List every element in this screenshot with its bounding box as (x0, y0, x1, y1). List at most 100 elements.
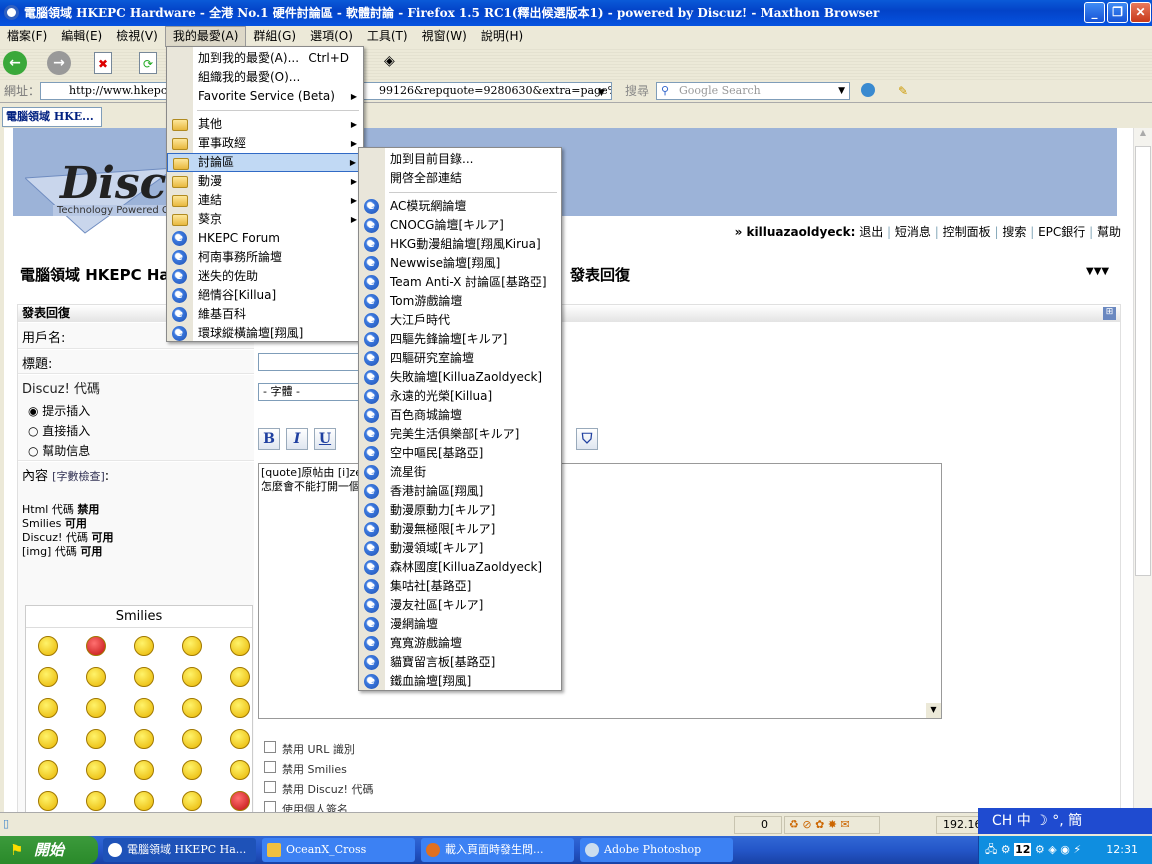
forum-link[interactable]: e 鐵血論壇[翔風] (359, 672, 561, 691)
font-select[interactable]: - 字體 - (258, 383, 368, 401)
disable-url-checkbox[interactable] (264, 741, 276, 753)
menu-window[interactable]: 視窗(W) (415, 26, 474, 47)
submenu-action[interactable]: 開啓全部連結 (359, 169, 561, 188)
forum-link[interactable]: e Tom游戲論壇 (359, 292, 561, 311)
forum-link[interactable]: e 動漫無極限[キルア] (359, 520, 561, 539)
scroll-thumb[interactable] (1135, 146, 1151, 576)
favorites-link[interactable]: e 維基百科 (167, 305, 363, 324)
smiley-icon[interactable] (38, 636, 58, 656)
mode-help-radio[interactable]: ○ 幫助信息 (28, 442, 90, 459)
submenu-action[interactable]: 加到目前目錄... (359, 150, 561, 169)
smiley-icon[interactable] (134, 760, 154, 780)
favorites-link[interactable]: e 迷失的佐助 (167, 267, 363, 286)
forum-link[interactable]: e 四驅研究室論壇 (359, 349, 561, 368)
status-icons[interactable]: ♻ ⊘ ✿ ✸ ✉ (784, 816, 880, 834)
favorites-folder[interactable]: ▶ 動漫 (167, 172, 363, 191)
bold-button[interactable]: B (258, 428, 280, 450)
forum-link[interactable]: e AC模玩網論壇 (359, 197, 561, 216)
smiley-icon[interactable] (230, 791, 250, 811)
url-dropdown-icon[interactable]: ▼ (598, 82, 605, 104)
smiley-icon[interactable] (182, 636, 202, 656)
task-firefox[interactable]: 載入頁面時發生問... (421, 838, 574, 862)
smiley-icon[interactable] (134, 667, 154, 687)
favorites-folder[interactable]: ▶ 連結 (167, 191, 363, 210)
smiley-icon[interactable] (230, 667, 250, 687)
restore-button[interactable]: ❐ (1107, 2, 1128, 23)
smiley-icon[interactable] (230, 698, 250, 718)
minimize-button[interactable]: _ (1084, 2, 1105, 23)
favorites-menu-item[interactable]: 加到我的最愛(A)... Ctrl+D (167, 49, 363, 68)
forum-link[interactable]: e 漫友社區[キルア] (359, 596, 561, 615)
forum-link[interactable]: e 漫網論壇 (359, 615, 561, 634)
smiley-icon[interactable] (182, 729, 202, 749)
page-scrollbar[interactable]: ▲ (1133, 128, 1152, 812)
forum-link[interactable]: e 貓寶留言板[基路亞] (359, 653, 561, 672)
favorites-menu-item[interactable]: Favorite Service (Beta) ▶ (167, 87, 363, 106)
search-link[interactable]: 搜索 (1002, 225, 1026, 239)
forum-link[interactable]: e Newwise論壇[翔風] (359, 254, 561, 273)
messages-link[interactable]: 短消息 (895, 225, 931, 239)
favorites-link[interactable]: e 絕情谷[Killua] (167, 286, 363, 305)
task-photoshop[interactable]: Adobe Photoshop (580, 838, 733, 862)
disable-smilies-checkbox[interactable] (264, 761, 276, 773)
underline-button[interactable]: U (314, 428, 336, 450)
smiley-icon[interactable] (230, 729, 250, 749)
smiley-icon[interactable] (134, 729, 154, 749)
favorites-folder[interactable]: ▶ 葵京 (167, 210, 363, 229)
forum-link[interactable]: e 寬寬游戲論壇 (359, 634, 561, 653)
wordcount-link[interactable]: [字數檢查] (52, 470, 105, 483)
diamond-icon[interactable]: ◈ (384, 53, 395, 69)
forum-link[interactable]: e 動漫原動力[キルア] (359, 501, 561, 520)
shield-button[interactable]: ⛉ (576, 428, 598, 450)
forum-link[interactable]: e 永遠的光榮[Killua] (359, 387, 561, 406)
help-link[interactable]: 幫助 (1097, 225, 1121, 239)
favorites-link[interactable]: e 柯南事務所論壇 (167, 248, 363, 267)
italic-button[interactable]: I (286, 428, 308, 450)
tray-icons[interactable]: 🖧 ⚙ 12 ⚙ ◈ ◉ ⚡ (979, 843, 1081, 856)
arrows-icon[interactable]: ▼▼▼ (1086, 266, 1109, 277)
highlight-icon[interactable]: ✎ (898, 80, 908, 102)
globe-icon[interactable] (861, 83, 875, 97)
forum-link[interactable]: e 百色商城論壇 (359, 406, 561, 425)
close-button[interactable]: ✕ (1130, 2, 1151, 23)
smiley-icon[interactable] (182, 698, 202, 718)
search-input[interactable]: ⚲ Google Search ▼ (656, 82, 850, 100)
popup-count[interactable]: 0 (734, 816, 782, 834)
forum-link[interactable]: e 動漫領域[キルア] (359, 539, 561, 558)
forum-link[interactable]: e 失敗論壇[KilluaZaoldyeck] (359, 368, 561, 387)
disable-discuz-checkbox[interactable] (264, 781, 276, 793)
smiley-icon[interactable] (182, 760, 202, 780)
menu-options[interactable]: 選項(O) (303, 26, 360, 47)
signature-checkbox[interactable] (264, 801, 276, 812)
mode-direct-radio[interactable]: ○ 直接插入 (28, 422, 90, 439)
forum-link[interactable]: e Team Anti-X 討論區[基路亞] (359, 273, 561, 292)
menu-help[interactable]: 說明(H) (474, 26, 530, 47)
forward-icon[interactable]: → (47, 51, 71, 75)
forum-link[interactable]: e 完美生活俱樂部[キルア] (359, 425, 561, 444)
tab-hkepc[interactable]: 電腦領域 HKE... (2, 107, 102, 127)
menu-tools[interactable]: 工具(T) (360, 26, 415, 47)
smiley-icon[interactable] (38, 729, 58, 749)
smiley-icon[interactable] (38, 791, 58, 811)
favorites-link[interactable]: e 環球縱橫論壇[翔風] (167, 324, 363, 343)
forum-link[interactable]: e HKG動漫組論壇[翔風Kirua] (359, 235, 561, 254)
back-icon[interactable]: ← (3, 51, 27, 75)
favorites-menu-item[interactable]: 組織我的最愛(O)... (167, 68, 363, 87)
forum-link[interactable]: e 大江戶時代 (359, 311, 561, 330)
search-dropdown-icon[interactable]: ▼ (838, 83, 845, 99)
mode-prompt-radio[interactable]: ◉ 提示插入 (28, 402, 90, 419)
task-oceanx[interactable]: OceanX_Cross (262, 838, 415, 862)
favorites-folder[interactable]: ▶ 軍事政經 (167, 134, 363, 153)
smiley-icon[interactable] (38, 760, 58, 780)
smiley-icon[interactable] (182, 791, 202, 811)
smiley-icon[interactable] (38, 667, 58, 687)
task-maxthon[interactable]: 電腦領域 HKEPC Ha... (103, 838, 256, 862)
forum-link[interactable]: e 空中嘔民[基路亞] (359, 444, 561, 463)
start-button[interactable]: ⚑ 開始 (0, 836, 98, 864)
favorites-folder[interactable]: ▶ 討論區 (167, 153, 363, 172)
smiley-icon[interactable] (134, 698, 154, 718)
smiley-icon[interactable] (86, 667, 106, 687)
subject-input[interactable] (258, 353, 368, 371)
menu-view[interactable]: 檢視(V) (109, 26, 165, 47)
logout-link[interactable]: 退出 (859, 225, 883, 239)
